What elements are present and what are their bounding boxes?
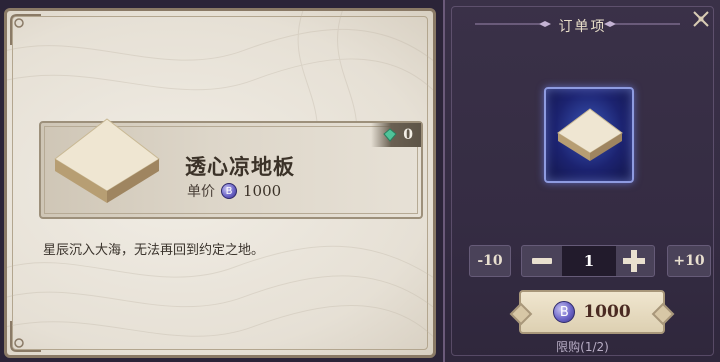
quantity-input[interactable]: 1 — [562, 246, 616, 276]
owned-count: 0 — [403, 127, 413, 143]
item-detail-panel: 透心凉地板 单价 B 1000 0 星辰沉入大海，无法再回到约定之地。 — [4, 8, 436, 358]
item-description: 星辰沉入大海，无法再回到约定之地。 — [43, 243, 265, 258]
corner-ornament — [10, 14, 41, 45]
minus-10-button[interactable]: -10 — [469, 245, 511, 277]
unit-price: 单价 B 1000 — [187, 181, 281, 201]
plus-10-button[interactable]: +10 — [667, 245, 711, 277]
unit-price-label: 单价 — [187, 184, 215, 200]
minus-icon — [532, 258, 552, 264]
item-name: 透心凉地板 — [185, 154, 295, 179]
purchase-button[interactable]: B 1000 — [519, 290, 665, 334]
item-preview — [544, 87, 634, 183]
corner-ornament — [10, 321, 41, 352]
unit-price-value: 1000 — [243, 182, 282, 200]
decrement-button[interactable] — [522, 246, 562, 276]
currency-coin-icon: B — [553, 301, 576, 323]
close-icon[interactable] — [688, 6, 714, 32]
floor-tile-icon — [557, 108, 623, 161]
green-gem-icon — [383, 128, 397, 142]
item-card: 透心凉地板 单价 B 1000 0 — [39, 118, 423, 219]
purchase-limit: 限购(1/2) — [556, 340, 609, 354]
quantity-stepper: 1 — [521, 245, 655, 277]
increment-button[interactable] — [614, 246, 654, 276]
owned-count-badge: 0 — [371, 123, 421, 147]
order-panel: 订单项 -10 1 +10 B 1000 限购(1/2) — [443, 0, 720, 362]
plus-icon — [623, 250, 645, 272]
total-price: 1000 — [583, 302, 631, 322]
title-decoration — [604, 21, 680, 27]
floor-tile-icon — [54, 118, 160, 203]
currency-coin-icon: B — [221, 183, 237, 199]
